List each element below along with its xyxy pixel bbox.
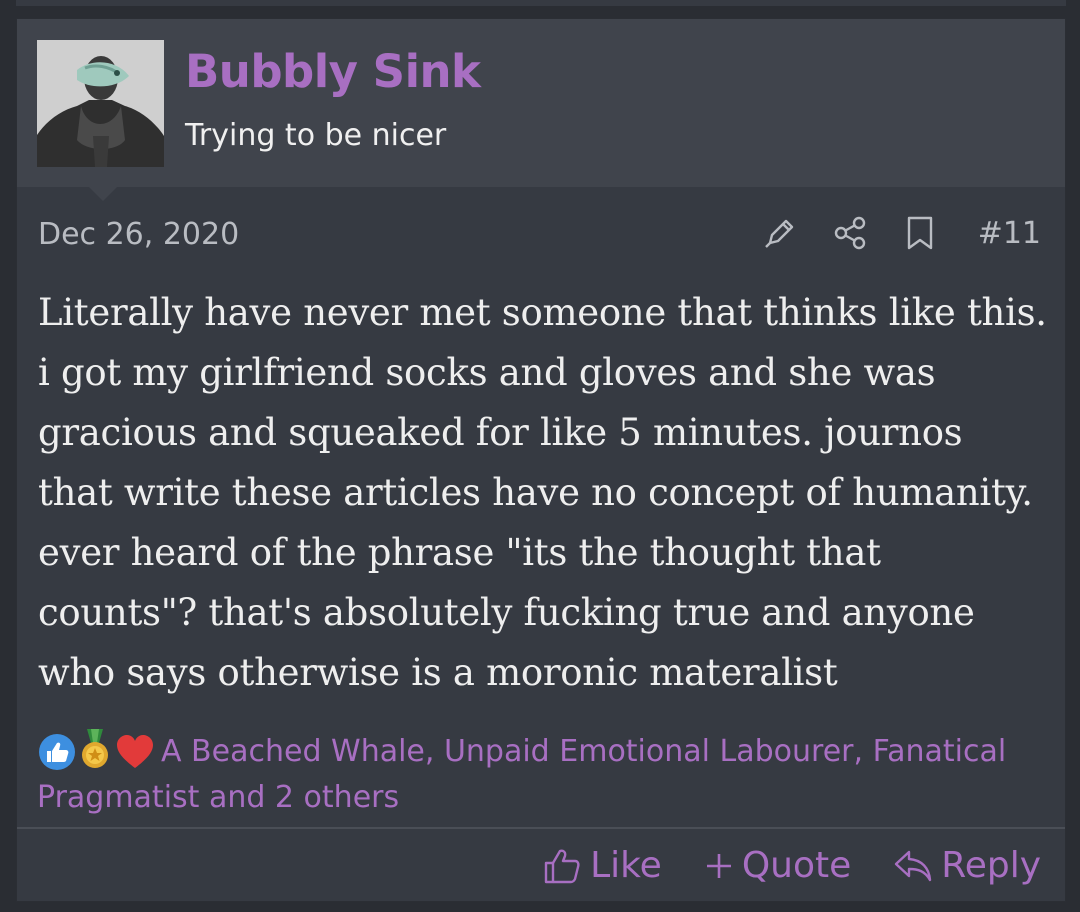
share-icon[interactable] (830, 213, 870, 253)
post-container: Bubbly Sink Trying to be nicer Dec 26, 2… (16, 18, 1066, 902)
post-body: Literally have never met someone that th… (38, 291, 1047, 694)
reactions-text[interactable]: A Beached Whale, Unpaid Emotional Labour… (37, 734, 1006, 815)
reply-label: Reply (941, 845, 1041, 886)
post-date[interactable]: Dec 26, 2020 (38, 217, 239, 252)
divider (17, 827, 1065, 829)
username[interactable]: Bubbly Sink (185, 45, 481, 98)
reply-button[interactable]: Reply (893, 845, 1041, 886)
heart-icon (117, 735, 153, 768)
bookmark-icon[interactable] (900, 213, 940, 253)
like-button[interactable]: Like (542, 845, 662, 886)
medal-icon (82, 729, 108, 768)
reply-arrow-icon (895, 850, 932, 881)
post-tools: #11 (760, 213, 1041, 253)
reaction-icons (37, 729, 157, 770)
plus-icon (706, 853, 731, 878)
like-label: Like (590, 845, 662, 886)
previous-post-edge (16, 0, 1066, 6)
user-title: Trying to be nicer (185, 118, 447, 153)
post-number-link[interactable]: #11 (978, 216, 1041, 251)
reactions-bar[interactable]: A Beached Whale, Unpaid Emotional Labour… (37, 729, 1047, 821)
quote-label: Quote (741, 845, 852, 886)
avatar[interactable] (37, 40, 164, 167)
user-header: Bubbly Sink Trying to be nicer (17, 19, 1065, 201)
thumbs-up-icon (544, 849, 580, 883)
quote-button[interactable]: Quote (704, 845, 851, 886)
like-icon (39, 734, 75, 770)
edit-pen-icon[interactable] (760, 213, 800, 253)
post-actions: Like Quote Reply (542, 845, 1041, 886)
